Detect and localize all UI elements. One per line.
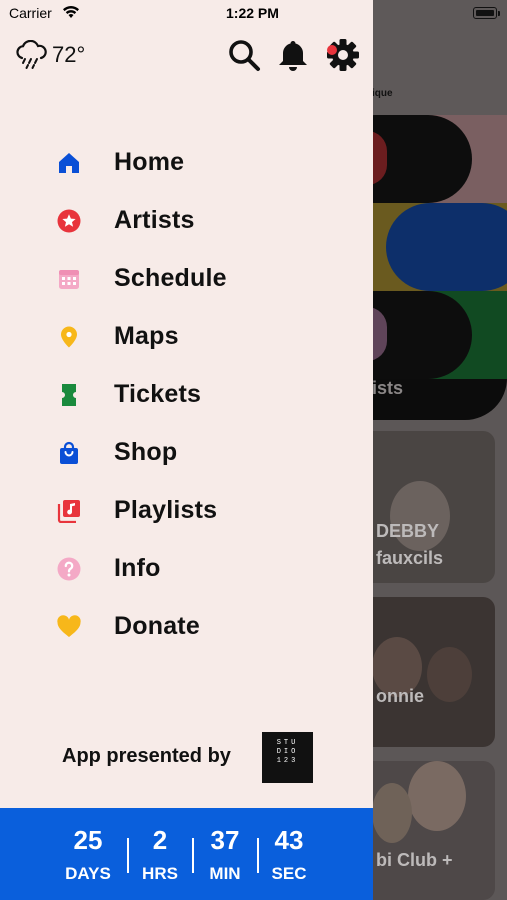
menu-item-donate[interactable]: Donate: [0, 600, 373, 652]
menu-item-home[interactable]: Home: [0, 136, 373, 188]
heart-icon: [57, 615, 81, 637]
battery-tip: [498, 11, 500, 16]
studio123-logo[interactable]: STU DIO 123: [262, 732, 313, 783]
countdown-days: 25 DAYS: [56, 826, 120, 884]
wifi-icon: [63, 6, 79, 18]
background-artist-card: [372, 761, 495, 900]
settings-gear-icon[interactable]: [325, 37, 361, 73]
music-playlist-icon: [57, 500, 80, 523]
menu-item-info[interactable]: Info: [0, 542, 373, 594]
background-banner-label: ists: [372, 378, 404, 398]
bell-icon[interactable]: [275, 37, 311, 73]
battery-icon: [473, 7, 497, 19]
countdown-value: 2: [152, 825, 168, 855]
countdown-label: MIN: [209, 864, 241, 883]
menu-item-label: Schedule: [114, 264, 227, 292]
shopping-bag-icon: [60, 441, 78, 464]
notification-dot: [327, 45, 337, 55]
countdown-value: 25: [73, 825, 103, 855]
countdown-bar: 25 DAYS 2 HRS 37 MIN 43 SEC: [0, 808, 373, 900]
menu-item-label: Info: [114, 554, 161, 582]
presented-by-label: App presented by: [62, 745, 231, 767]
countdown-minutes: 37 MIN: [193, 826, 257, 884]
navigation-drawer: Carrier 1:22 PM 72° Home Artists Schedul…: [0, 0, 373, 900]
menu-item-label: Artists: [114, 206, 195, 234]
status-time: 1:22 PM: [226, 5, 279, 21]
background-banner: [372, 115, 507, 420]
menu-item-label: Shop: [114, 438, 178, 466]
status-carrier: Carrier: [9, 5, 52, 21]
search-icon[interactable]: [226, 37, 262, 73]
menu-item-playlists[interactable]: Playlists: [0, 484, 373, 536]
countdown-label: SEC: [271, 864, 307, 883]
question-icon: [57, 557, 81, 581]
menu-item-maps[interactable]: Maps: [0, 310, 373, 362]
menu-item-schedule[interactable]: Schedule: [0, 252, 373, 304]
background-small-label: ique: [372, 88, 393, 99]
countdown-label: HRS: [142, 864, 178, 883]
home-icon: [59, 153, 79, 173]
background-artist-card: [372, 597, 495, 747]
menu-item-label: Home: [114, 148, 185, 176]
rain-cloud-icon: [16, 40, 47, 69]
countdown-label: DAYS: [65, 864, 111, 883]
star-icon: [57, 209, 81, 233]
calendar-icon: [59, 270, 79, 289]
countdown-seconds: 43 SEC: [257, 826, 321, 884]
countdown-value: 43: [274, 825, 304, 855]
countdown-hours: 2 HRS: [128, 826, 192, 884]
background-card-subtitle: fauxcils: [376, 548, 444, 568]
map-pin-icon: [61, 326, 77, 348]
menu-item-label: Maps: [114, 322, 179, 350]
menu-item-label: Playlists: [114, 496, 218, 524]
menu-item-shop[interactable]: Shop: [0, 426, 373, 478]
countdown-value: 37: [210, 825, 240, 855]
background-card-title: onnie: [376, 686, 424, 706]
background-card-title: DEBBY: [376, 521, 440, 541]
background-card-title: bi Club +: [376, 850, 453, 870]
menu-item-artists[interactable]: Artists: [0, 194, 373, 246]
temperature-label: 72°: [52, 42, 86, 67]
menu-item-label: Tickets: [114, 380, 202, 408]
menu-item-label: Donate: [114, 612, 200, 640]
menu-item-tickets[interactable]: Tickets: [0, 368, 373, 420]
ticket-icon: [62, 384, 76, 406]
